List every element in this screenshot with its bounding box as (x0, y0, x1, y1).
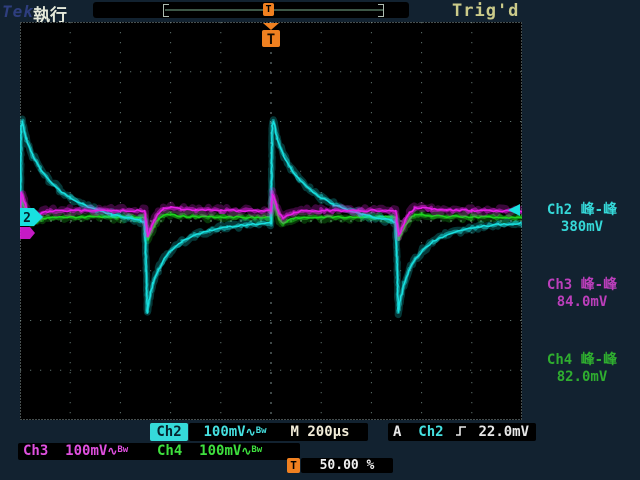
measurement-ch2-value: 380mV (560, 219, 604, 235)
trigger-level: 22.0mV (478, 424, 530, 440)
tek-logo: Tek (2, 2, 34, 21)
record-view-line (165, 9, 383, 11)
timebase-readout: M 200µs (272, 423, 368, 441)
measurement-ch4-pkpk: Ch4 峰-峰 82.0mV (526, 352, 638, 386)
ch3-reference-marker (20, 227, 35, 239)
measurement-ch4-value: 82.0mV (556, 369, 608, 385)
ch2-coupling-icon: ∿ (245, 425, 256, 439)
ch4-scale-readout: Ch4 100mV∿Bw (152, 443, 300, 460)
record-view-bar: T (93, 2, 409, 18)
measurement-ch3-value: 84.0mV (556, 294, 608, 310)
record-window-right-bracket (378, 4, 384, 17)
trigger-status: Trig'd (452, 1, 520, 21)
trigger-position-icon: T (287, 458, 300, 473)
record-trigger-icon: T (263, 3, 274, 16)
measurement-ch3-pkpk: Ch3 峰-峰 84.0mV (526, 277, 638, 311)
graticule-area: 2T (16, 22, 526, 420)
ch4-coupling-icon: ∿ (241, 444, 252, 458)
ch2-scale-readout: 100mV∿Bw (189, 423, 281, 441)
ch2-label-chip: Ch2 (150, 423, 188, 441)
ch2-bandwidth-tag: Bw (255, 426, 267, 436)
trigger-position-readout: 50.00 % (301, 458, 393, 473)
ch3-coupling-icon: ∿ (107, 444, 118, 458)
ch2-reference-marker-label: 2 (23, 211, 31, 226)
trigger-position-flag-label: T (267, 32, 275, 48)
ch3-bandwidth-tag: Bw (117, 445, 129, 455)
ch3-scale-readout: Ch3 100mV∿Bw (18, 443, 160, 460)
trigger-position-arrow-icon (263, 23, 279, 30)
trigger-readout: A Ch2 22.0mV (388, 423, 536, 441)
oscilloscope-screen: Tek 執行 T Trig'd 2T Ch2 峰-峰 380mV Ch3 峰-峰… (0, 0, 640, 480)
measurement-ch2-pkpk: Ch2 峰-峰 380mV (526, 202, 638, 236)
ch4-bandwidth-tag: Bw (251, 445, 263, 455)
waveform-plot: 2T (16, 22, 526, 420)
record-window-left-bracket (163, 4, 169, 17)
rising-edge-icon (456, 426, 467, 436)
trigger-source: Ch2 (418, 424, 444, 440)
